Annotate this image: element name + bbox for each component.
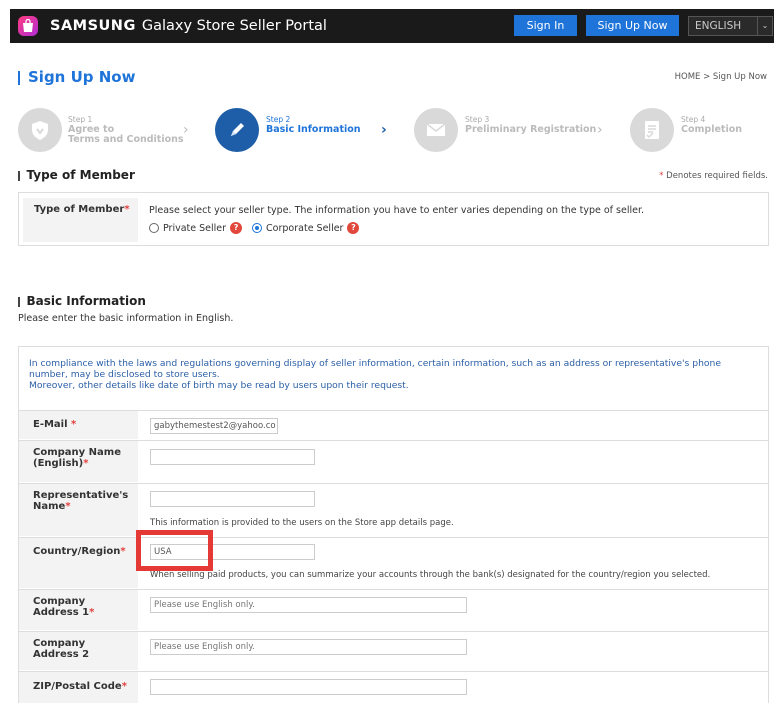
representative-name-label: Representative's Name* [19,484,138,536]
country-region-label: Country/Region* [19,538,138,588]
brand-product: Galaxy Store Seller Portal [141,18,327,34]
seller-type-radio-group: Private Seller ? Corporate Seller ? [149,222,369,234]
private-seller-label[interactable]: Private Seller [163,223,226,234]
email-label: E-Mail * [19,411,138,439]
email-field[interactable] [150,418,278,434]
language-select[interactable]: ENGLISH ⌄ [688,16,773,36]
language-value: ENGLISH [695,20,742,32]
representative-name-field[interactable] [150,491,315,507]
document-check-icon [630,108,674,152]
corporate-seller-label[interactable]: Corporate Seller [266,223,343,234]
brand-title[interactable]: SAMSUNG Galaxy Store Seller Portal [50,18,327,34]
basic-information-subtitle: Please enter the basic information in En… [18,313,234,324]
page-title: Sign Up Now [18,68,135,86]
basic-information-form: In compliance with the laws and regulati… [18,346,769,703]
chevron-right-icon: › [183,122,189,138]
company-name-label: Company Name (English)* [19,441,138,482]
basic-information-heading: Basic Information [18,294,146,308]
type-of-member-label: Type of Member* [23,198,138,242]
help-icon[interactable]: ? [347,222,360,234]
envelope-icon [414,108,458,152]
seller-type-description: Please select your seller type. The info… [149,205,645,216]
chevron-right-icon: › [381,122,387,138]
breadcrumb: HOME > Sign Up Now [674,72,767,82]
type-of-member-heading: Type of Member [18,168,135,182]
step-1-label: Step 1 Agree to Terms and Conditions [68,115,184,145]
representative-note: This information is provided to the user… [150,518,454,528]
pencil-icon [215,108,259,152]
brand-name: SAMSUNG [50,18,136,34]
required-fields-note: * Denotes required fields. [659,171,768,181]
corporate-seller-radio[interactable] [252,223,263,233]
step-4-label: Step 4 Completion [681,115,742,135]
chevron-down-icon: ⌄ [757,17,772,35]
company-address-2-label: Company Address 2 [19,632,138,670]
company-address-2-field[interactable] [150,639,467,655]
company-address-1-field[interactable] [150,597,467,613]
company-name-field[interactable] [150,449,315,465]
sign-up-button[interactable]: Sign Up Now [586,15,679,36]
galaxy-store-bag-icon[interactable] [18,16,38,36]
country-region-note: When selling paid products, you can summ… [150,570,711,580]
help-icon[interactable]: ? [230,222,243,234]
type-of-member-panel: Type of Member* Please select your selle… [18,192,769,246]
zip-postal-code-label: ZIP/Postal Code* [19,672,138,703]
top-navigation-bar: SAMSUNG Galaxy Store Seller Portal Sign I… [10,9,774,43]
country-region-highlight-box [136,530,213,571]
shield-icon [18,108,62,152]
sign-in-button[interactable]: Sign In [514,15,577,36]
zip-postal-code-field[interactable] [150,679,467,695]
step-3-label: Step 3 Preliminary Registration [465,115,597,135]
step-2-label: Step 2 Basic Information [266,115,361,135]
private-seller-radio[interactable] [149,223,159,233]
disclosure-notice: In compliance with the laws and regulati… [29,358,722,391]
chevron-right-icon: › [597,122,603,138]
company-address-1-label: Company Address 1* [19,590,138,630]
